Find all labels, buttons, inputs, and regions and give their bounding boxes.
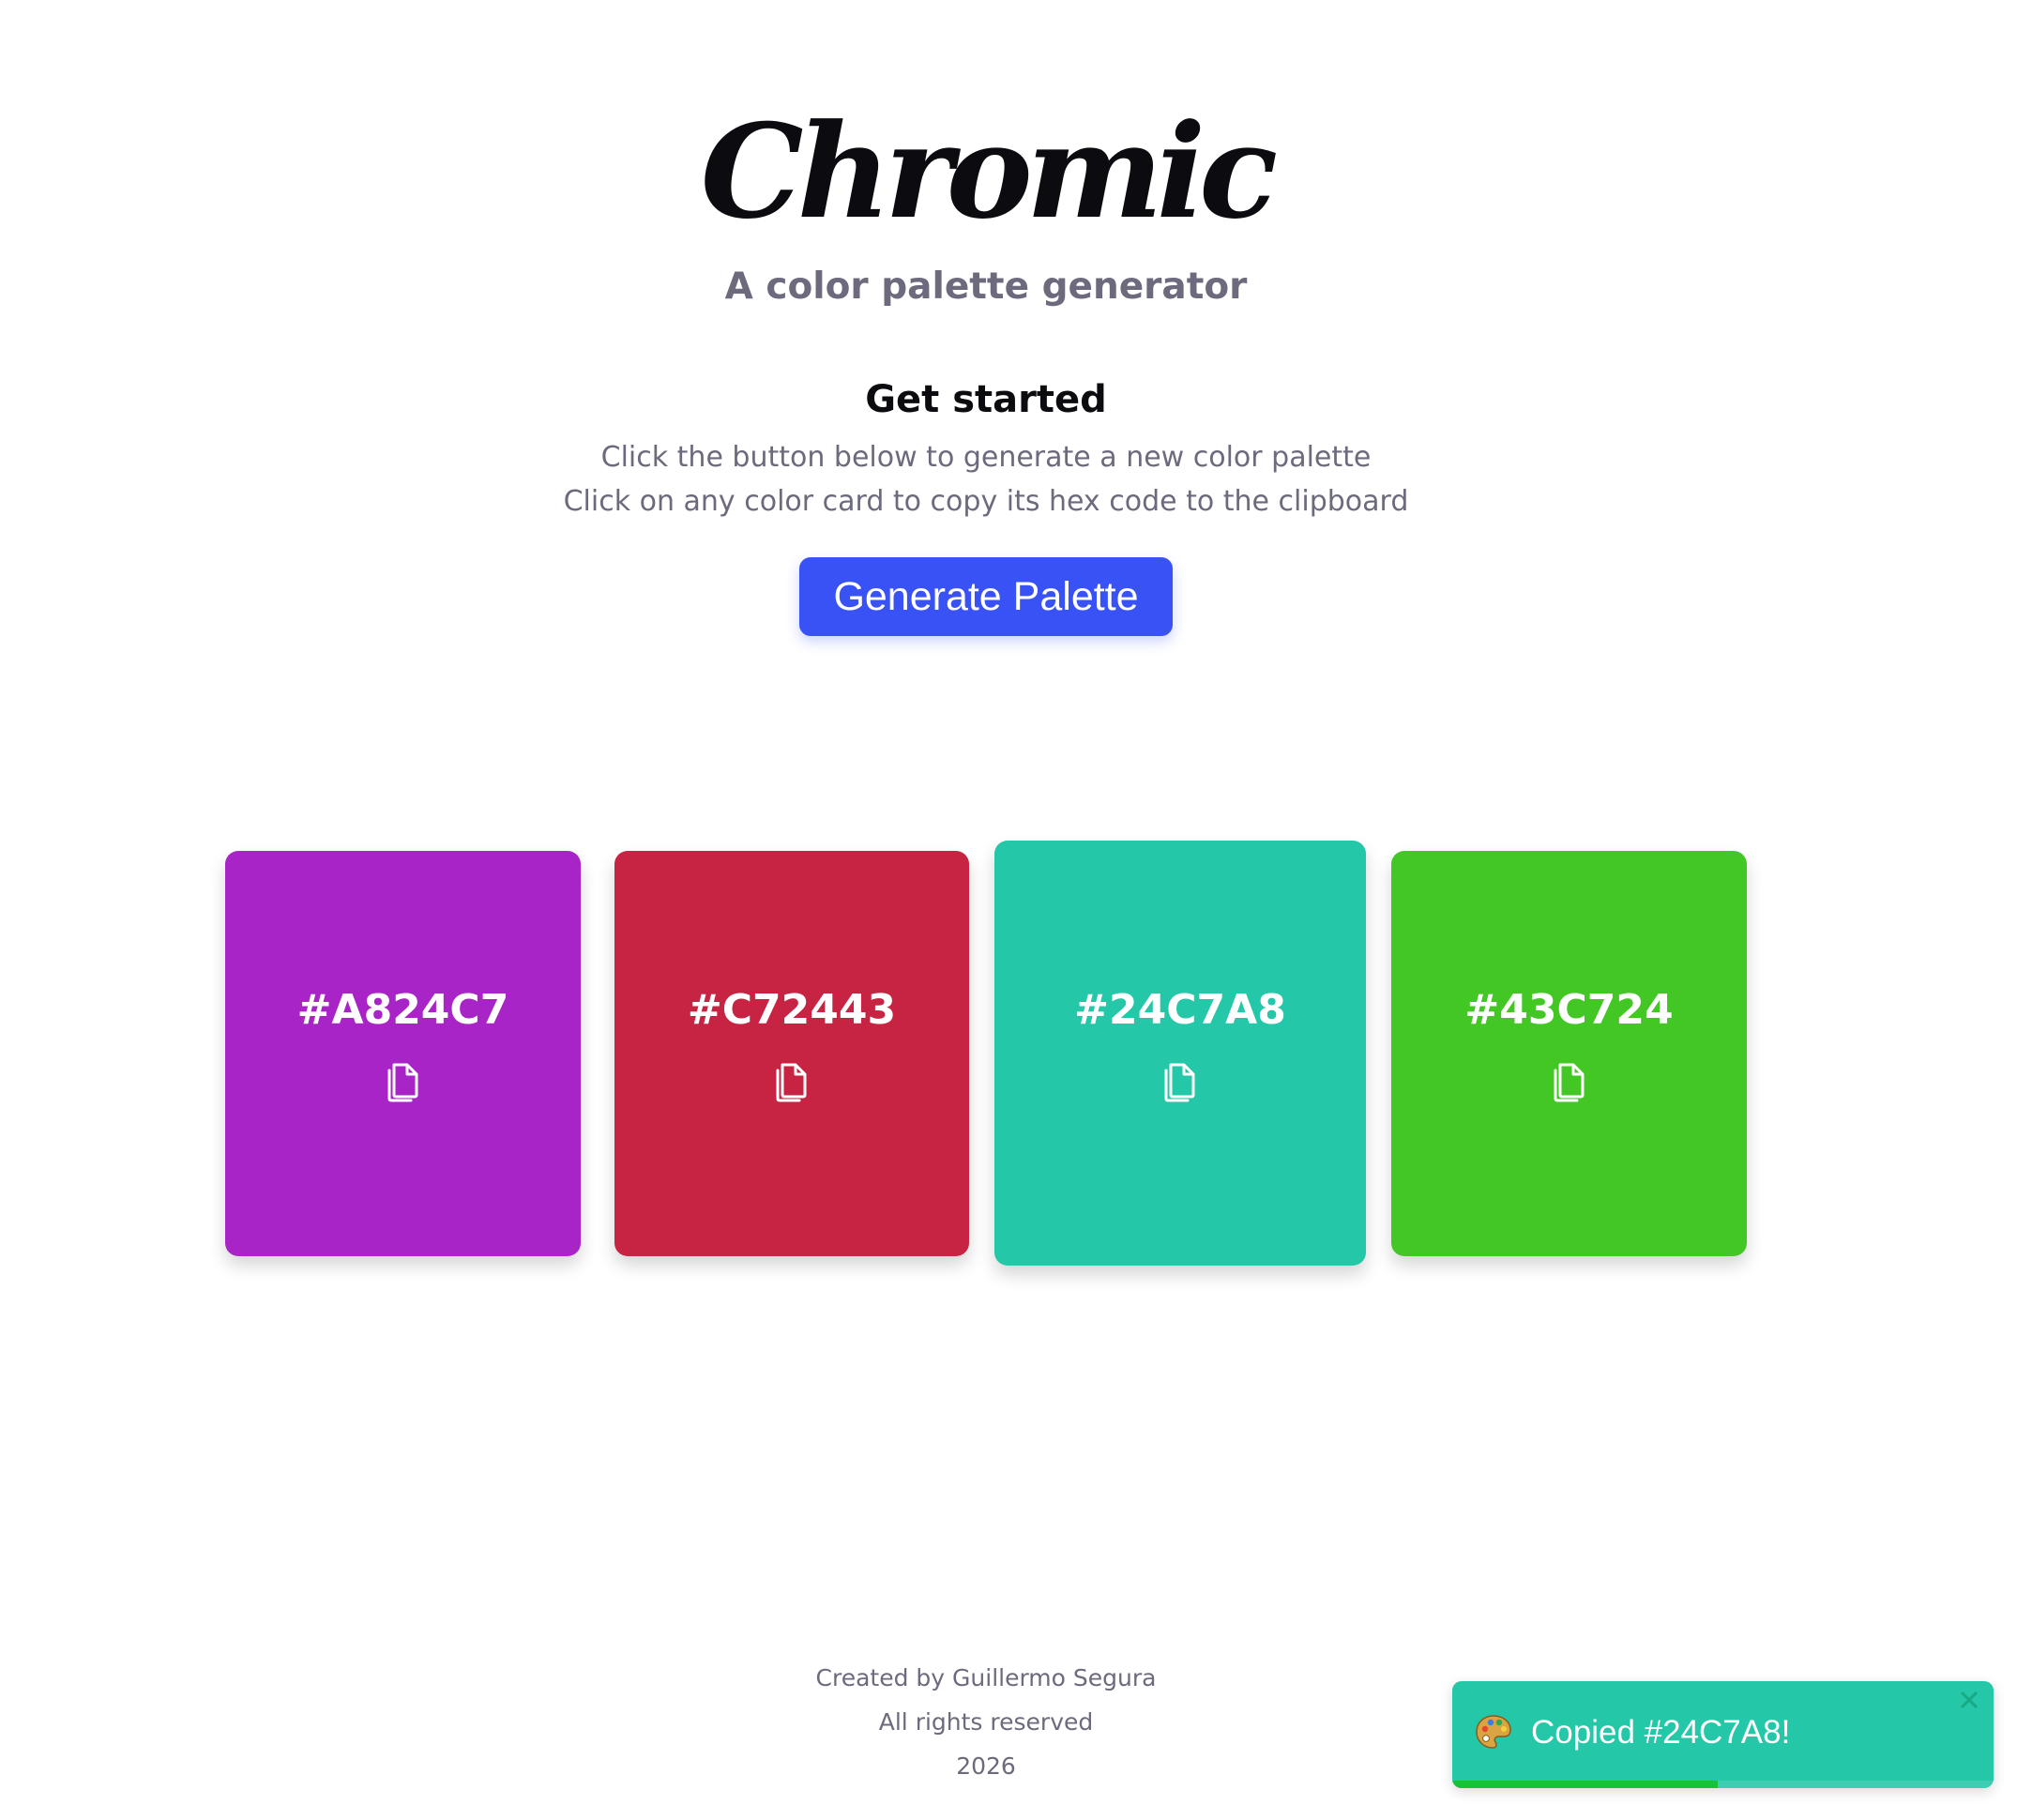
toast-progress-track [1452, 1781, 1994, 1788]
toast-message: Copied #24C7A8! [1531, 1714, 1791, 1751]
color-card[interactable]: #A824C7 [225, 851, 581, 1256]
hex-code: #43C724 [1464, 986, 1674, 1034]
color-card[interactable]: #24C7A8 [994, 841, 1366, 1266]
copy-icon [1164, 1063, 1195, 1102]
color-card[interactable]: #C72443 [614, 851, 969, 1256]
hex-code: #C72443 [687, 986, 897, 1034]
get-started-heading: Get started [865, 378, 1107, 421]
toast-progress-bar [1452, 1781, 1718, 1788]
copied-toast[interactable]: Copied #24C7A8! [1452, 1681, 1994, 1788]
copy-icon [387, 1063, 417, 1102]
instruction-copy: Click on any color card to copy its hex … [563, 485, 1409, 518]
app-title: Chromic [700, 95, 1278, 248]
hex-code: #A824C7 [296, 986, 509, 1034]
copy-icon [1554, 1063, 1584, 1102]
hex-code: #24C7A8 [1074, 986, 1286, 1034]
color-card[interactable]: #43C724 [1391, 851, 1747, 1256]
palette-icon [1476, 1715, 1511, 1749]
generate-palette-button[interactable]: Generate Palette [799, 557, 1173, 636]
close-icon[interactable] [1958, 1689, 1980, 1711]
app-subtitle: A color palette generator [724, 265, 1248, 308]
instruction-generate: Click the button below to generate a new… [600, 441, 1372, 474]
copy-icon [776, 1063, 807, 1102]
